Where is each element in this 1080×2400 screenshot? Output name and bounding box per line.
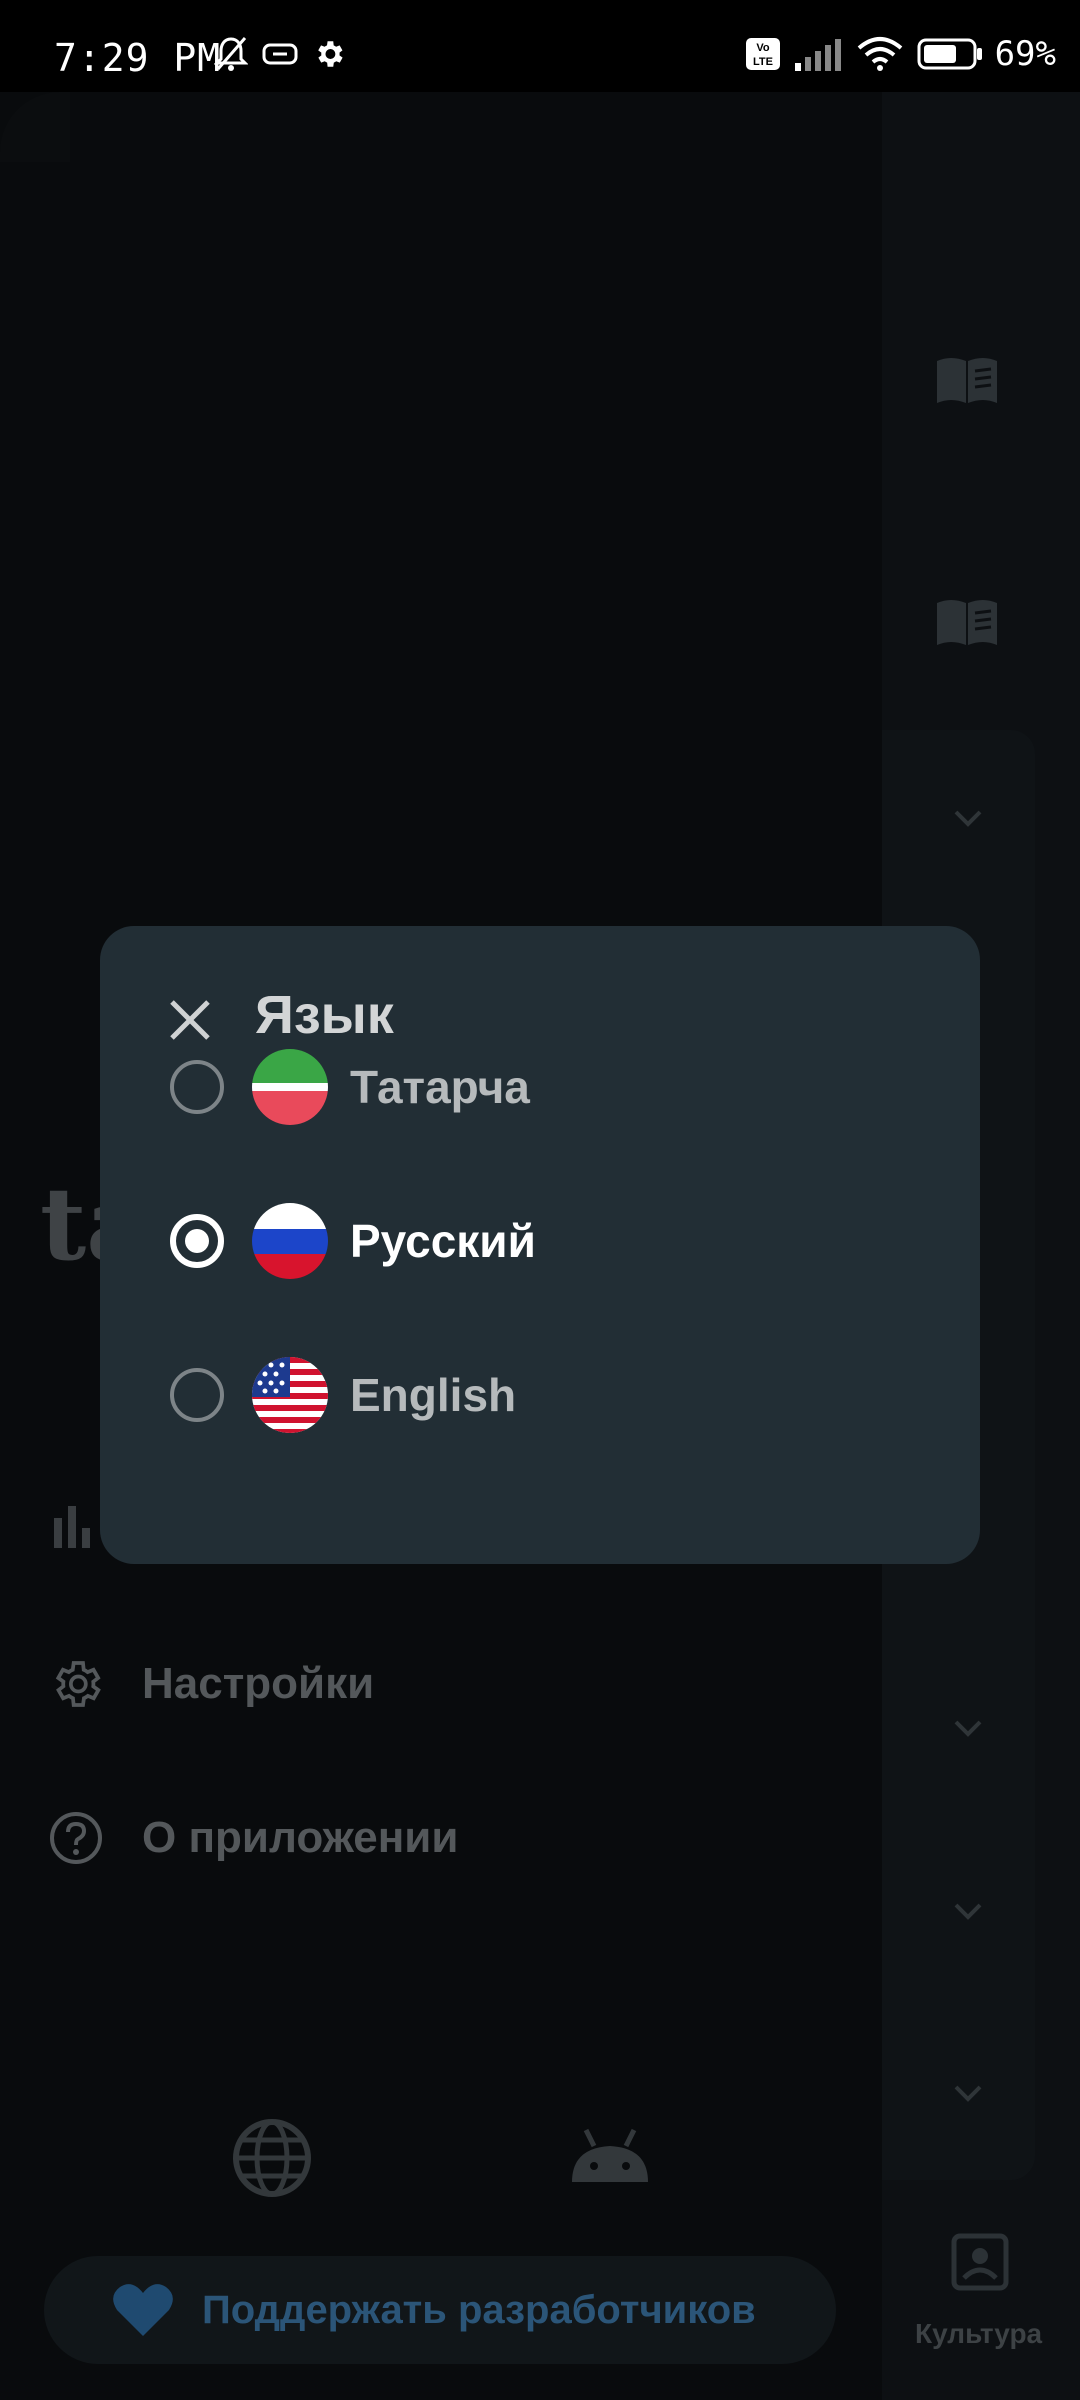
status-icons-right: Vo LTE 69% xyxy=(745,34,1056,74)
language-label: Русский xyxy=(350,1215,536,1267)
battery-percent: 69% xyxy=(994,34,1056,74)
menu-item-label: О приложении xyxy=(142,1813,459,1862)
radio-button[interactable] xyxy=(170,1368,224,1422)
russia-flag-icon xyxy=(252,1203,328,1279)
android-icon[interactable] xyxy=(568,2116,652,2200)
signal-icon xyxy=(794,39,841,71)
chevron-down-icon[interactable] xyxy=(950,1710,986,1746)
wifi-icon xyxy=(857,37,902,71)
globe-icon[interactable] xyxy=(230,2116,314,2200)
culture-tab-label[interactable]: Культура xyxy=(915,2318,1042,2350)
chevron-down-icon[interactable] xyxy=(950,2075,986,2111)
status-time: 7:29 PM xyxy=(54,36,222,80)
menu-item-label: Настройки xyxy=(142,1659,375,1708)
book-icon[interactable] xyxy=(935,597,999,647)
usa-flag-icon xyxy=(252,1357,328,1433)
gear-icon xyxy=(55,1661,101,1707)
svg-text:Vo: Vo xyxy=(756,42,770,54)
tatarstan-flag-icon xyxy=(252,1049,328,1125)
help-icon xyxy=(50,1812,102,1864)
nfc-icon xyxy=(262,43,298,65)
stats-icon xyxy=(54,1506,90,1548)
radio-button-selected[interactable] xyxy=(170,1214,224,1268)
language-option-english[interactable]: English xyxy=(170,1340,930,1450)
battery-icon xyxy=(917,38,982,70)
volte-icon: Vo LTE xyxy=(745,38,780,70)
radio-button[interactable] xyxy=(170,1060,224,1114)
culture-icon[interactable] xyxy=(950,2232,1010,2292)
status-bar: 7:29 PM Vo LTE 69% xyxy=(0,0,1080,92)
gear-icon xyxy=(318,41,343,67)
menu-item-settings[interactable]: Настройки xyxy=(48,1656,374,1712)
heart-icon xyxy=(113,2284,173,2336)
status-icons-left xyxy=(214,36,346,72)
support-label: Поддержать разработчиков xyxy=(202,2287,756,2332)
svg-text:LTE: LTE xyxy=(753,56,773,68)
language-option-tatar[interactable]: Татарча xyxy=(170,1032,930,1142)
support-developers-button[interactable]: Поддержать разработчиков xyxy=(44,2256,836,2364)
chevron-down-icon[interactable] xyxy=(950,800,986,836)
language-label: English xyxy=(350,1369,517,1421)
bell-off-icon xyxy=(214,37,248,71)
book-icon[interactable] xyxy=(935,355,999,405)
language-label: Татарча xyxy=(350,1061,530,1113)
language-option-russian[interactable]: Русский xyxy=(170,1186,930,1296)
language-dialog: Язык Татарча Русский English xyxy=(100,926,980,1564)
menu-item-about[interactable]: О приложении xyxy=(48,1810,458,1866)
chevron-down-icon[interactable] xyxy=(950,1893,986,1929)
